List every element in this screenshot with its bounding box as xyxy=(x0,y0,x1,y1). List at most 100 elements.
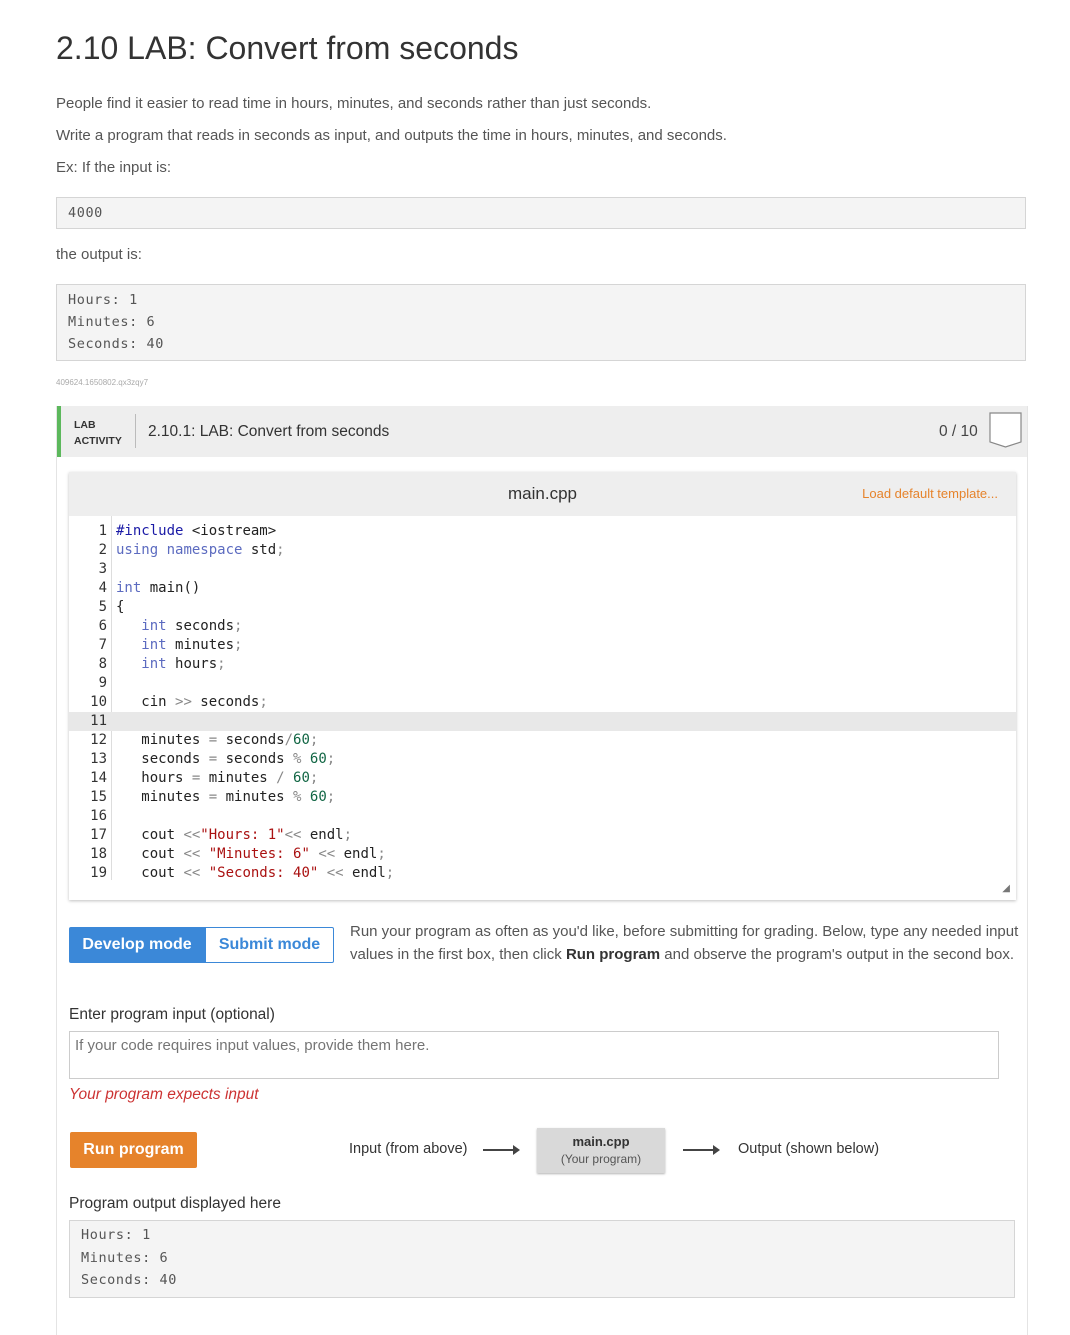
load-default-template-link[interactable]: Load default template... xyxy=(862,486,998,501)
line-number: 19 xyxy=(90,865,107,880)
line-number: 12 xyxy=(90,732,107,748)
code-line[interactable]: 18 cout << "Minutes: 6" << endl; xyxy=(69,845,1016,864)
run-program-button[interactable]: Run program xyxy=(70,1132,197,1168)
code-area[interactable]: 1 #include <iostream> 2 using namespace std… xyxy=(69,516,1016,880)
submit-mode-button[interactable]: Submit mode xyxy=(205,927,334,963)
code-text: int seconds; xyxy=(141,618,243,634)
lab-label-line2: ACTIVITY xyxy=(74,435,122,447)
code-line[interactable]: 1 #include <iostream> xyxy=(69,522,1016,541)
code-line[interactable]: 5{ xyxy=(69,598,1016,617)
resize-handle-icon[interactable]: ◢ xyxy=(1002,883,1010,894)
line-number: 15 xyxy=(90,789,107,805)
code-line[interactable]: 9 xyxy=(69,674,1016,693)
example-input-line: 4000 xyxy=(68,205,103,221)
editor-toolbar: main.cpp Load default template... xyxy=(69,472,1016,516)
line-number: 4 xyxy=(98,580,107,596)
code-text: cout << "Seconds: 40" << endl; xyxy=(116,865,395,880)
mode-description-bold: Run program xyxy=(565,945,661,963)
flow-program-box: main.cpp (Your program) xyxy=(537,1128,665,1173)
code-text: cout << "Minutes: 6" << endl; xyxy=(116,846,386,862)
code-text: #include <iostream> xyxy=(116,523,277,539)
intro-paragraph-2: Write a program that reads in seconds as… xyxy=(56,127,727,144)
code-text: using namespace std; xyxy=(116,542,285,558)
intro-paragraph-3: Ex: If the input is: xyxy=(56,159,172,176)
flow-output-label: Output (shown below) xyxy=(738,1141,880,1157)
lab-header-divider xyxy=(135,414,136,448)
code-text: int hours; xyxy=(141,656,226,672)
code-line[interactable]: 17 cout <<"Hours: 1"<< endl; xyxy=(69,826,1016,845)
line-number: 5 xyxy=(98,599,107,615)
program-output-label: Program output displayed here xyxy=(69,1195,281,1212)
line-number: 3 xyxy=(98,561,107,577)
line-number: 2 xyxy=(98,542,107,558)
example-output-box: Hours: 1 Minutes: 6 Seconds: 40 xyxy=(56,284,1026,361)
program-output-line: Hours: 1 xyxy=(81,1227,151,1243)
example-output-line: Hours: 1 xyxy=(68,292,138,308)
line-number: 18 xyxy=(90,846,107,862)
input-warning: Your program expects input xyxy=(69,1086,259,1103)
line-number: 17 xyxy=(90,827,107,843)
program-output-line: Minutes: 6 xyxy=(81,1249,169,1266)
code-line[interactable]: 15 minutes = minutes % 60; xyxy=(69,788,1016,807)
code-line[interactable]: 13 seconds = seconds % 60; xyxy=(69,750,1016,769)
score-badge-icon xyxy=(989,412,1022,448)
output-intro: the output is: xyxy=(56,246,142,263)
example-output-line: Seconds: 40 xyxy=(68,336,165,352)
code-text: seconds = seconds % 60; xyxy=(116,751,336,767)
program-output-line: Seconds: 40 xyxy=(81,1272,178,1288)
example-output-line: Minutes: 6 xyxy=(68,314,156,330)
code-line[interactable]: 11 xyxy=(69,712,1016,731)
lab-activity-header: LAB ACTIVITY 2.10.1: LAB: Convert from s… xyxy=(57,406,1027,457)
code-line[interactable]: 8 int hours; xyxy=(69,655,1016,674)
lab-label-line1: LAB xyxy=(74,419,96,431)
code-text: minutes = seconds/60; xyxy=(116,732,319,748)
line-number: 1 xyxy=(98,523,107,539)
program-input-label: Enter program input (optional) xyxy=(69,1006,275,1023)
line-number: 9 xyxy=(98,675,107,691)
flow-file-name: main.cpp xyxy=(572,1134,630,1149)
flow-file-sub: (Your program) xyxy=(560,1152,642,1166)
develop-mode-button[interactable]: Develop mode xyxy=(69,927,205,963)
intro-paragraph-1: People find it easier to read time in ho… xyxy=(56,95,652,112)
code-line[interactable]: 10 cin >> seconds; xyxy=(69,693,1016,712)
line-number: 7 xyxy=(98,637,107,653)
code-text: int minutes; xyxy=(141,637,243,653)
code-line[interactable]: 3 xyxy=(69,560,1016,579)
program-input-field[interactable] xyxy=(69,1031,999,1079)
lab-activity-card: LAB ACTIVITY 2.10.1: LAB: Convert from s… xyxy=(56,406,1028,1335)
line-number: 13 xyxy=(90,751,107,767)
lab-score: 0 / 10 xyxy=(939,423,978,440)
code-editor[interactable]: main.cpp Load default template... 1 #incl… xyxy=(69,472,1016,900)
code-text: minutes = minutes % 60; xyxy=(116,789,336,805)
arrow-right-icon xyxy=(483,1145,520,1155)
mode-description-post: and observe the program's output in the … xyxy=(660,945,1015,963)
line-number: 14 xyxy=(90,770,107,786)
lab-activity-title: 2.10.1: LAB: Convert from seconds xyxy=(148,423,390,440)
arrow-right-icon xyxy=(683,1145,720,1155)
line-number: 10 xyxy=(90,694,107,710)
code-text: int main() xyxy=(116,580,201,596)
code-line[interactable]: 14 hours = minutes / 60; xyxy=(69,769,1016,788)
code-line[interactable]: 2 using namespace std; xyxy=(69,541,1016,560)
line-number: 6 xyxy=(98,618,107,634)
content-id: 409624.1650802.qx3zqy7 xyxy=(56,378,149,387)
code-text: cin >> seconds; xyxy=(116,694,268,710)
code-line[interactable]: 6 int seconds; xyxy=(69,617,1016,636)
flow-input-label: Input (from above) xyxy=(349,1141,468,1157)
code-line[interactable]: 16 xyxy=(69,807,1016,826)
page-title: 2.10 LAB: Convert from seconds xyxy=(56,30,519,66)
code-text: hours = minutes / 60; xyxy=(116,770,319,786)
program-output-box: Hours: 1 Minutes: 6 Seconds: 40 xyxy=(69,1220,1015,1298)
line-number: 16 xyxy=(90,808,107,824)
line-number: 11 xyxy=(90,713,107,729)
code-line[interactable]: 12 minutes = seconds/60; xyxy=(69,731,1016,750)
code-text: cout <<"Hours: 1"<< endl; xyxy=(116,827,353,843)
code-text: { xyxy=(116,599,125,615)
example-input-box: 4000 xyxy=(56,197,1026,229)
code-line[interactable]: 7 int minutes; xyxy=(69,636,1016,655)
lab-activity-label: LAB ACTIVITY xyxy=(74,417,122,449)
line-number: 8 xyxy=(98,656,107,672)
mode-description: Run your program as often as you'd like,… xyxy=(350,921,1020,966)
code-line[interactable]: 19 cout << "Seconds: 40" << endl; xyxy=(69,864,1016,880)
code-line[interactable]: 4 int main() xyxy=(69,579,1016,598)
